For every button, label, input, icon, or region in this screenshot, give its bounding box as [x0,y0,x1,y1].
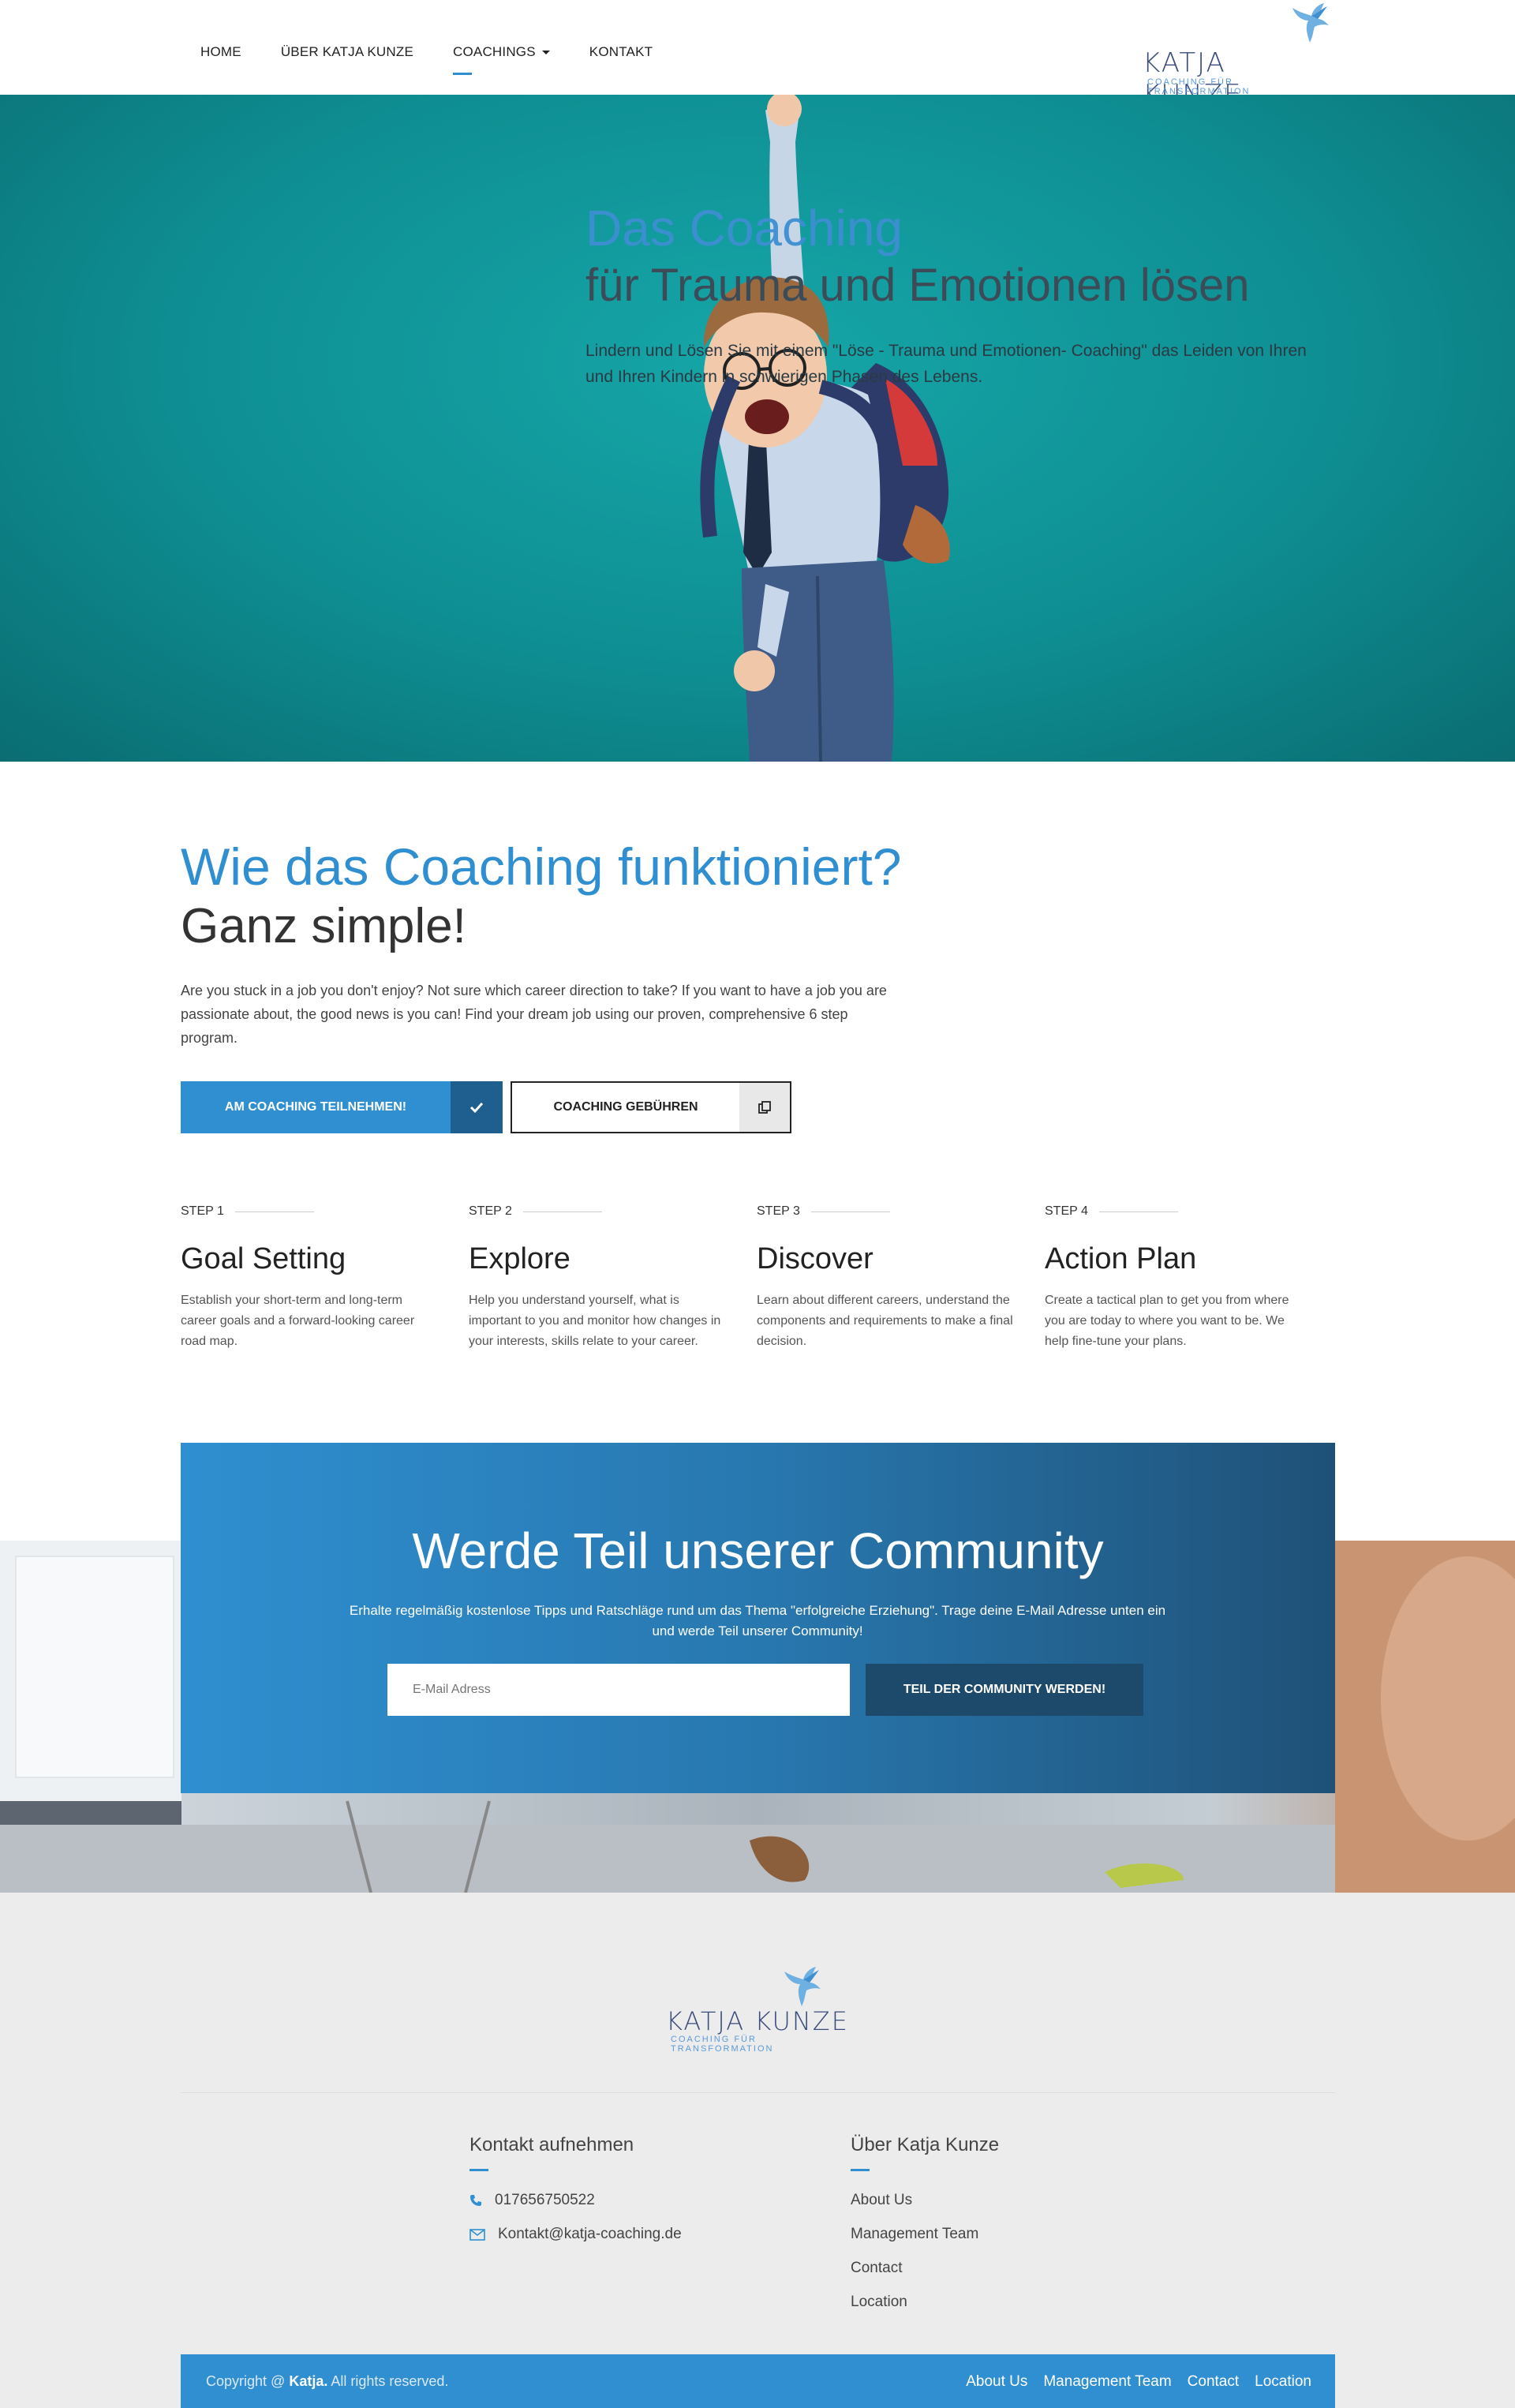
bottom-link-location[interactable]: Location [1255,2373,1311,2391]
step-number-label: STEP 3 [757,1204,800,1218]
how-description: Are you stuck in a job you don't enjoy? … [181,983,887,1046]
footer: KATJA KUNZE COACHING FÜR TRANSFORMATION … [0,1893,1515,2408]
about-title: Über Katja Kunze [851,2134,1000,2171]
bottom-link-about-us[interactable]: About Us [966,2373,1027,2391]
footer-link-location[interactable]: Location [851,2294,907,2311]
copyright-suffix: All rights reserved. [331,2373,449,2389]
step-card: STEP 2 Explore Help you understand yours… [469,1204,757,1352]
check-icon [451,1081,503,1133]
bottom-link-contact[interactable]: Contact [1188,2373,1239,2391]
step-number-label: STEP 4 [1045,1204,1088,1218]
phone-number: 017656750522 [495,2192,595,2208]
step-divider [234,1211,314,1212]
community-signup-box: Werde Teil unserer Community Erhalte reg… [181,1443,1335,1793]
nav-coachings[interactable]: COACHINGS [453,44,550,75]
bird-logo-icon [784,1967,821,2006]
copy-icon [739,1083,790,1132]
footer-link-about-us[interactable]: About Us [851,2192,912,2209]
copyright-prefix: Copyright @ [206,2373,286,2389]
step-divider [522,1211,602,1212]
email-input[interactable] [387,1664,850,1716]
footer-link-management-team[interactable]: Management Team [851,2226,978,2243]
steps-row: STEP 1 Goal Setting Establish your short… [181,1204,1333,1352]
footer-logo-name: KATJA KUNZE [666,2006,849,2036]
header-logo[interactable]: KATJA KUNZE COACHING FÜR TRANSFORMATION [1143,3,1332,110]
envelope-icon [469,2228,485,2241]
step-text: Establish your short-term and long-term … [181,1294,415,1348]
email-address: Kontakt@katja-coaching.de [498,2226,682,2242]
chevron-down-icon [541,51,550,55]
nav-coachings-label: COACHINGS [453,44,536,59]
main-menu: HOME ÜBER KATJA KUNZE COACHINGS KONTAKT [200,44,692,75]
top-navbar: HOME ÜBER KATJA KUNZE COACHINGS KONTAKT … [0,0,1515,110]
step-text: Create a tactical plan to get you from w… [1045,1294,1289,1348]
hero-title-line1: Das Coaching [585,200,903,257]
coaching-fees-button[interactable]: COACHING GEBÜHREN [511,1081,791,1133]
hero-title-line2: für Trauma und Emotionen lösen [585,260,1250,311]
step-text: Learn about different careers, understan… [757,1294,1013,1348]
footer-divider [181,2092,1335,2093]
step-divider [1098,1211,1178,1212]
step-title: Explore [469,1242,570,1275]
contact-title: Kontakt aufnehmen [469,2134,634,2171]
footer-logo-tagline: COACHING FÜR TRANSFORMATION [671,2035,774,2054]
hero-description: Lindern und Lösen Sie mit einem "Löse - … [585,342,1307,386]
phone-link[interactable]: 017656750522 [469,2192,595,2209]
nav-home[interactable]: HOME [200,44,241,60]
join-community-button[interactable]: TEIL DER COMMUNITY WERDEN! [866,1664,1143,1716]
community-title: Werde Teil unserer Community [412,1522,1104,1579]
join-coaching-label: AM COACHING TEILNEHMEN! [224,1100,407,1114]
step-card: STEP 4 Action Plan Create a tactical pla… [1045,1204,1333,1352]
how-title-line1: Wie das Coaching funktioniert? [181,837,902,896]
step-title: Action Plan [1045,1242,1197,1275]
step-divider [810,1211,890,1212]
copyright-name: Katja. [289,2373,328,2389]
step-title: Goal Setting [181,1242,346,1275]
logo-tagline: COACHING FÜR TRANSFORMATION [1147,77,1251,96]
step-title: Discover [757,1242,873,1275]
nav-contact[interactable]: KONTAKT [589,44,653,60]
step-number: STEP 4 [1045,1204,1301,1219]
hero-child-image [700,95,950,762]
footer-link-contact[interactable]: Contact [851,2260,902,2277]
copyright: Copyright @ Katja. All rights reserved. [206,2373,448,2390]
step-text: Help you understand yourself, what is im… [469,1294,721,1348]
step-number: STEP 2 [469,1204,725,1219]
join-coaching-button[interactable]: AM COACHING TEILNEHMEN! [181,1081,503,1133]
how-title-line2: Ganz simple! [181,899,466,953]
step-number: STEP 1 [181,1204,437,1219]
step-card: STEP 3 Discover Learn about different ca… [757,1204,1045,1352]
hero-banner: Das Coaching für Trauma und Emotionen lö… [0,95,1515,762]
coaching-fees-label: COACHING GEBÜHREN [553,1100,698,1114]
step-number-label: STEP 2 [469,1204,512,1218]
step-number-label: STEP 1 [181,1204,224,1218]
bottom-link-management-team[interactable]: Management Team [1043,2373,1171,2391]
footer-logo[interactable]: KATJA KUNZE COACHING FÜR TRANSFORMATION [666,1967,855,2054]
bird-logo-icon [1292,3,1329,43]
nav-about[interactable]: ÜBER KATJA KUNZE [281,44,413,60]
bottom-links: About Us Management Team Contact Locatio… [950,2373,1311,2391]
email-link[interactable]: Kontakt@katja-coaching.de [469,2226,682,2243]
footer-bottom-bar: Copyright @ Katja. All rights reserved. … [181,2354,1335,2408]
phone-icon [469,2194,482,2207]
step-card: STEP 1 Goal Setting Establish your short… [181,1204,469,1352]
step-number: STEP 3 [757,1204,1013,1219]
community-description: Erhalte regelmäßig kostenlose Tipps und … [349,1603,1166,1638]
